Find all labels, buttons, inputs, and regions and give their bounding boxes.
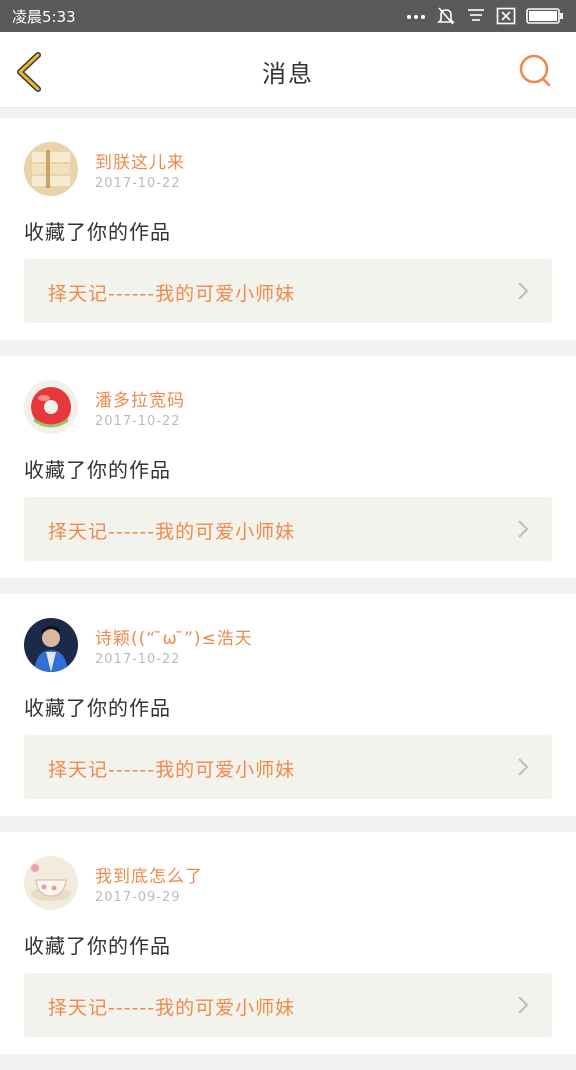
message-action: 收藏了你的作品 [24, 220, 171, 244]
work-link[interactable]: 择天记------我的可爱小师妹 [24, 973, 552, 1037]
message-date: 2017-10-22 [95, 652, 181, 667]
sim-x-icon [496, 7, 516, 25]
battery-icon [526, 8, 563, 24]
search-button[interactable] [518, 54, 552, 88]
message-card: 到朕这儿来 2017-10-22 收藏了你的作品 择天记------我的可爱小师… [0, 118, 576, 340]
user-avatar[interactable] [24, 618, 78, 672]
work-title: 择天记------我的可爱小师妹 [48, 759, 296, 781]
work-link[interactable]: 择天记------我的可爱小师妹 [24, 259, 552, 323]
message-card: 我到底怎么了 2017-09-29 收藏了你的作品 择天记------我的可爱小… [0, 832, 576, 1054]
search-icon [519, 54, 551, 87]
teacup-avatar [24, 856, 78, 910]
work-link[interactable]: 择天记------我的可爱小师妹 [24, 497, 552, 561]
book-stack-avatar [24, 142, 78, 196]
user-name[interactable]: 到朕这儿来 [95, 148, 185, 173]
bell-muted-icon [437, 7, 455, 25]
work-title: 择天记------我的可爱小师妹 [48, 521, 296, 543]
message-date: 2017-10-22 [95, 414, 181, 429]
message-card: 潘多拉宽码 2017-10-22 收藏了你的作品 择天记------我的可爱小师… [0, 356, 576, 578]
status-time: 凌晨5:33 [12, 7, 76, 26]
user-name[interactable]: 我到底怎么了 [95, 862, 203, 887]
notification-list-icon [468, 9, 484, 21]
chevron-right-icon [518, 282, 529, 300]
work-title: 择天记------我的可爱小师妹 [48, 997, 296, 1019]
user-name[interactable]: 诗颖((“ ̄ω ̄”)≤浩天 [95, 624, 253, 649]
header: 消息 [0, 32, 576, 108]
user-name[interactable]: 潘多拉宽码 [95, 386, 185, 411]
message-date: 2017-09-29 [95, 890, 181, 905]
user-avatar[interactable] [24, 856, 78, 910]
user-avatar[interactable] [24, 380, 78, 434]
chevron-right-icon [518, 996, 529, 1014]
person-dark-avatar [24, 618, 78, 672]
chevron-right-icon [518, 520, 529, 538]
page-title: 消息 [262, 60, 314, 88]
status-bar: 凌晨5:33 [0, 0, 576, 32]
message-list: 到朕这儿来 2017-10-22 收藏了你的作品 择天记------我的可爱小师… [0, 118, 576, 1070]
message-date: 2017-10-22 [95, 176, 181, 191]
work-title: 择天记------我的可爱小师妹 [48, 283, 296, 305]
message-action: 收藏了你的作品 [24, 934, 171, 958]
red-donut-avatar [24, 380, 78, 434]
status-icons [406, 6, 564, 26]
message-action: 收藏了你的作品 [24, 458, 171, 482]
message-action: 收藏了你的作品 [24, 696, 171, 720]
message-card: 诗颖((“ ̄ω ̄”)≤浩天 2017-10-22 收藏了你的作品 择天记--… [0, 594, 576, 816]
user-avatar[interactable] [24, 142, 78, 196]
chevron-right-icon [518, 758, 529, 776]
work-link[interactable]: 择天记------我的可爱小师妹 [24, 735, 552, 799]
more-dots-icon [407, 15, 425, 19]
